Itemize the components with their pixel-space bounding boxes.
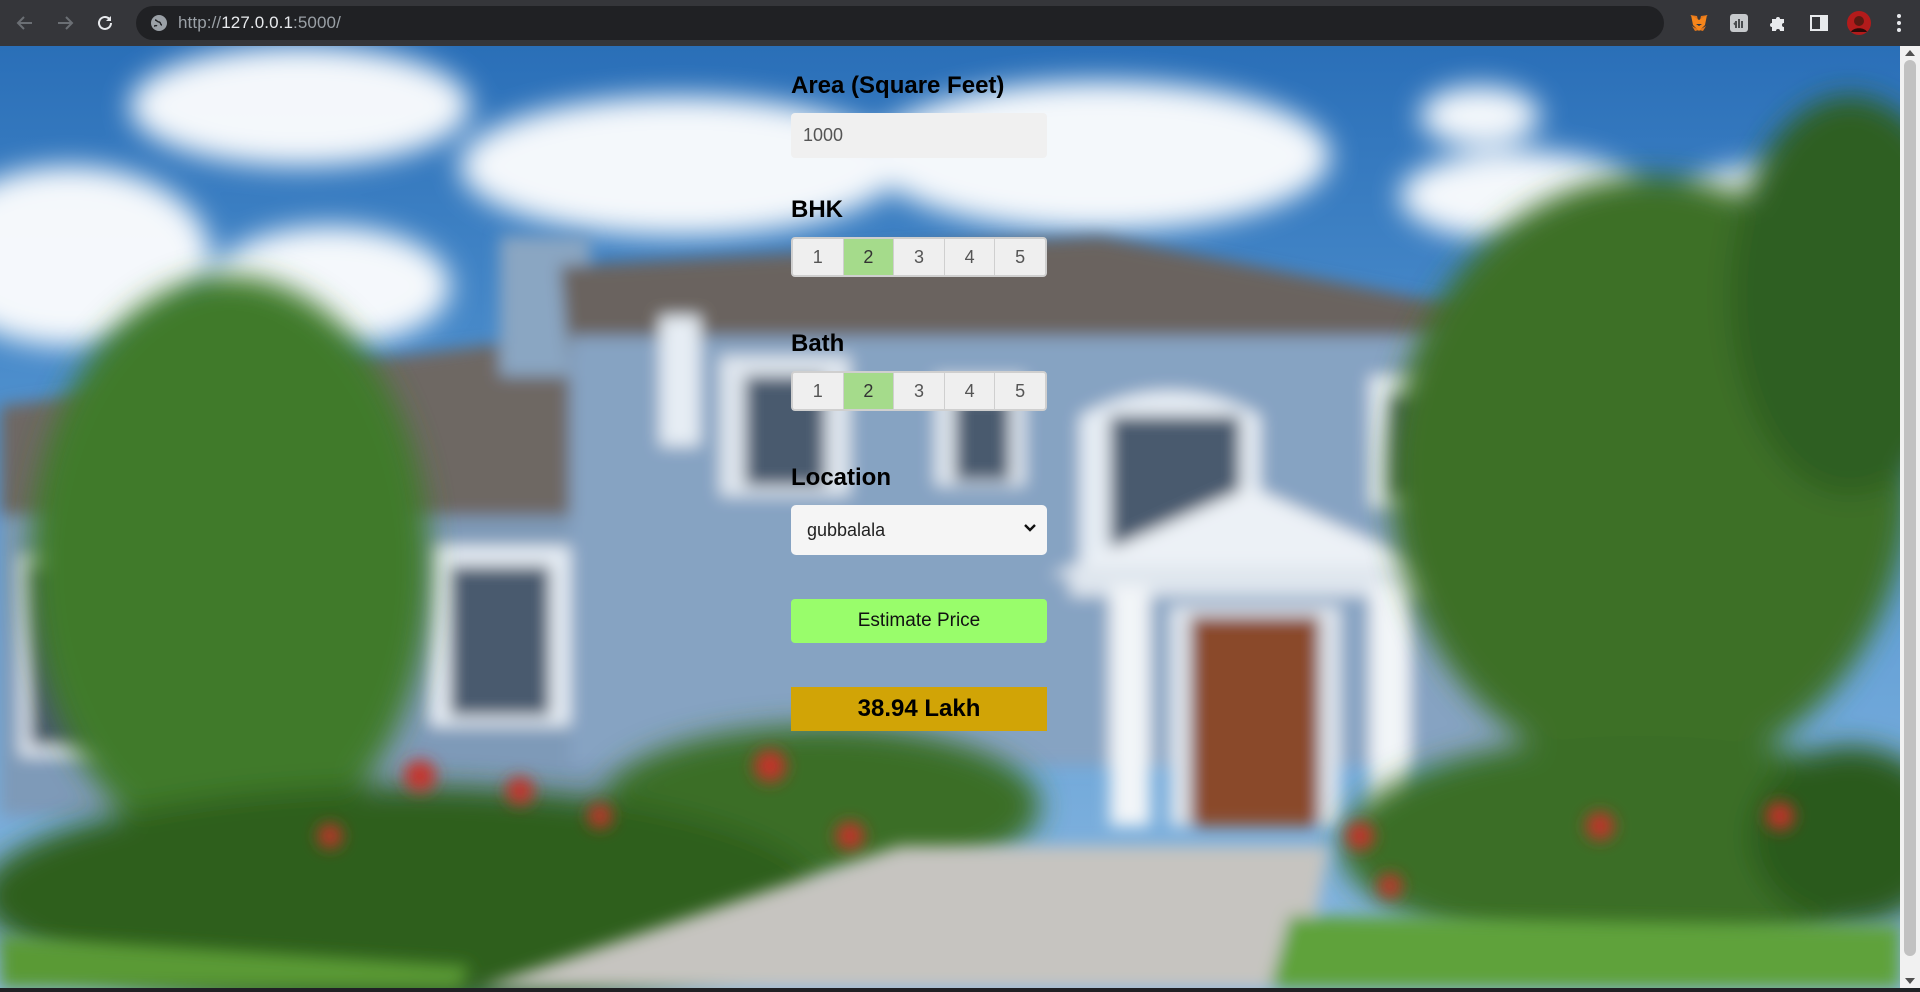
- profile-avatar-icon: [1847, 11, 1871, 35]
- browser-menu-button[interactable]: [1886, 10, 1912, 36]
- bhk-option-4[interactable]: 4: [944, 239, 996, 275]
- bhk-label: BHK: [791, 196, 843, 223]
- bath-option-5[interactable]: 5: [995, 373, 1045, 409]
- profile-avatar[interactable]: [1846, 10, 1872, 36]
- scrollbar-thumb[interactable]: [1904, 60, 1916, 956]
- chevron-down-icon: [1024, 524, 1036, 532]
- browser-toolbar: http://127.0.0.1:5000/: [0, 0, 1920, 46]
- hand-extension-button[interactable]: [1726, 10, 1752, 36]
- puzzle-extensions-icon: [1770, 17, 1784, 31]
- back-button[interactable]: [10, 8, 40, 38]
- hand-extension-icon: [1730, 14, 1748, 32]
- address-bar[interactable]: http://127.0.0.1:5000/: [136, 6, 1664, 40]
- bath-option-1[interactable]: 1: [793, 373, 844, 409]
- forward-button[interactable]: [50, 8, 80, 38]
- reload-icon: [98, 15, 112, 30]
- bath-option-4[interactable]: 4: [944, 373, 996, 409]
- location-selected-value: gubbalala: [807, 519, 886, 540]
- reload-button[interactable]: [90, 8, 120, 38]
- area-input[interactable]: [791, 113, 1047, 158]
- side-panel-button[interactable]: [1806, 10, 1832, 36]
- metamask-fox-icon: [1690, 15, 1708, 31]
- page-scrollbar[interactable]: [1900, 46, 1920, 988]
- url-text: http://127.0.0.1:5000/: [178, 13, 341, 32]
- bhk-option-3[interactable]: 3: [894, 239, 945, 275]
- extensions-button[interactable]: [1766, 10, 1792, 36]
- area-label: Area (Square Feet): [791, 72, 1005, 99]
- bath-option-3[interactable]: 3: [894, 373, 945, 409]
- estimate-price-button[interactable]: Estimate Price: [791, 599, 1047, 643]
- price-form: Area (Square Feet) BHK 1 2 3 4 5 Bath 1 …: [791, 71, 1047, 731]
- window-bottom-edge: [0, 988, 1920, 992]
- kebab-menu-icon: [1897, 14, 1901, 32]
- bath-switch: 1 2 3 4 5: [791, 371, 1047, 411]
- location-label: Location: [791, 464, 891, 491]
- bhk-option-2[interactable]: 2: [843, 239, 895, 275]
- bhk-option-1[interactable]: 1: [793, 239, 844, 275]
- side-panel-icon: [1810, 15, 1828, 31]
- bhk-option-5[interactable]: 5: [995, 239, 1045, 275]
- metamask-extension-button[interactable]: [1686, 10, 1712, 36]
- page-viewport: Area (Square Feet) BHK 1 2 3 4 5 Bath 1 …: [0, 46, 1900, 988]
- location-select[interactable]: gubbalala: [791, 505, 1047, 555]
- scroll-down-arrow-icon[interactable]: [1905, 978, 1915, 984]
- arrow-right-icon: [58, 16, 74, 30]
- arrow-left-icon: [16, 16, 32, 30]
- globe-icon[interactable]: [150, 14, 168, 32]
- bhk-switch: 1 2 3 4 5: [791, 237, 1047, 277]
- bath-label: Bath: [791, 330, 845, 357]
- scroll-up-arrow-icon[interactable]: [1905, 50, 1915, 56]
- bath-option-2[interactable]: 2: [843, 373, 895, 409]
- estimated-price-result: 38.94 Lakh: [791, 687, 1047, 731]
